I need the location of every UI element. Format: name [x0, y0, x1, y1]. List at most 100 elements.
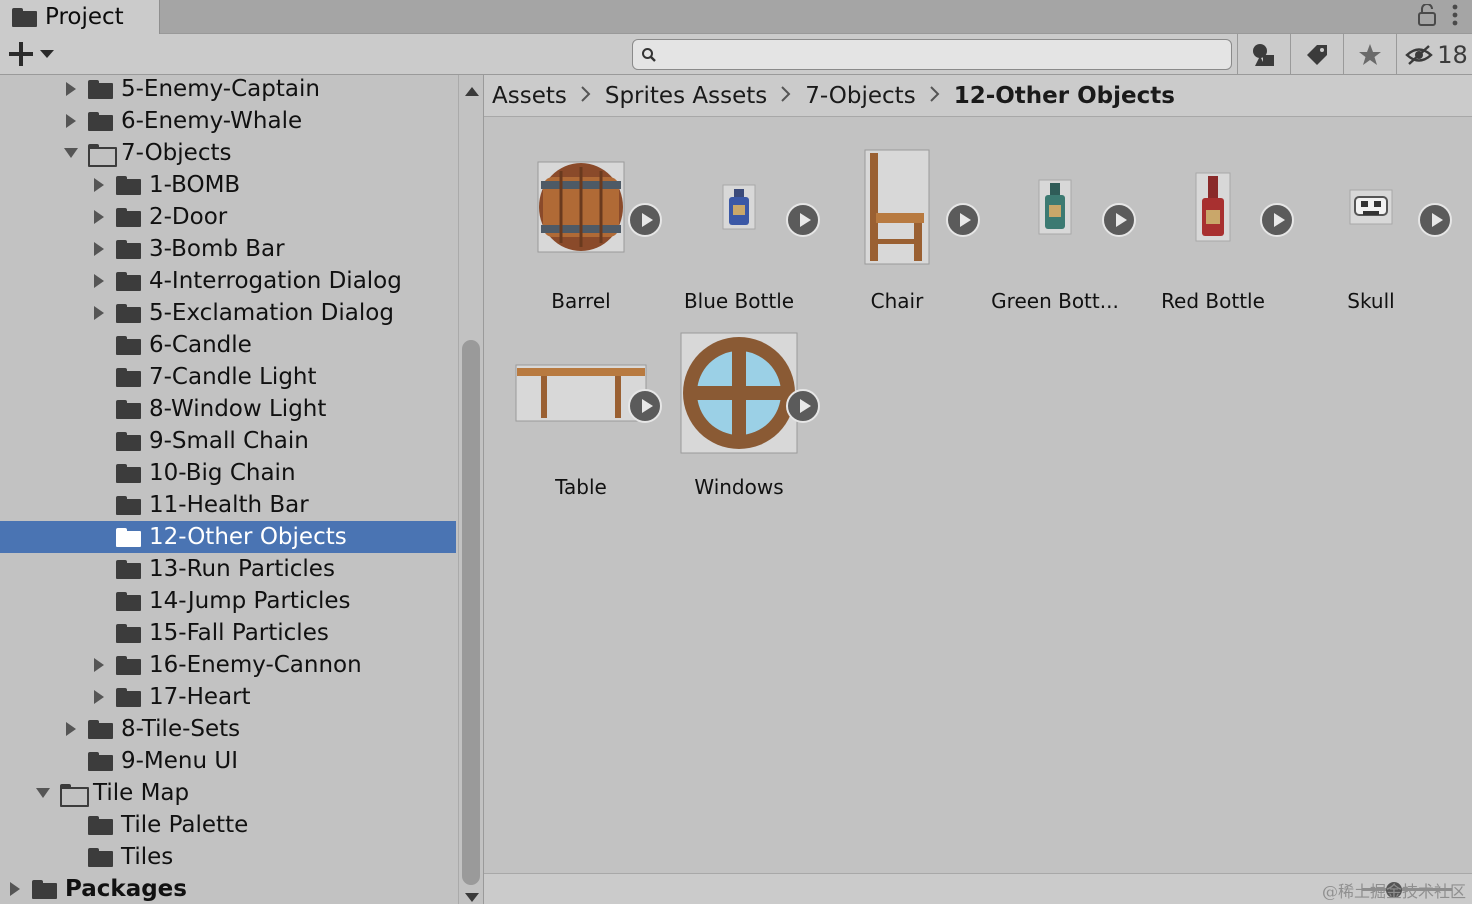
- tree-item[interactable]: 7-Candle Light: [0, 361, 456, 393]
- collapse-arrow-icon[interactable]: [34, 783, 52, 803]
- tree-item[interactable]: 10-Big Chain: [0, 457, 456, 489]
- expand-arrow-icon[interactable]: [90, 271, 108, 291]
- tree-item[interactable]: 6-Enemy-Whale: [0, 105, 456, 137]
- shapes-icon: [1253, 43, 1274, 66]
- folder-icon: [116, 495, 141, 515]
- expand-arrow-icon[interactable]: [90, 239, 108, 259]
- expand-arrow-icon[interactable]: [90, 303, 108, 323]
- folder-icon: [116, 559, 141, 579]
- tree-item[interactable]: 16-Enemy-Cannon: [0, 649, 456, 681]
- tree-item[interactable]: 13-Run Particles: [0, 553, 456, 585]
- tree-item[interactable]: 14-Jump Particles: [0, 585, 456, 617]
- breadcrumb-item[interactable]: Sprites Assets: [605, 83, 767, 109]
- play-expand-icon[interactable]: [1260, 203, 1294, 237]
- tree-item[interactable]: 17-Heart: [0, 681, 456, 713]
- more-options-icon[interactable]: [1452, 4, 1458, 31]
- folder-tree[interactable]: 5-Enemy-Captain 6-Enemy-Whale 7-Objects 1-B…: [0, 75, 458, 904]
- breadcrumb-item[interactable]: Assets: [492, 83, 567, 109]
- tree-item[interactable]: 5-Exclamation Dialog: [0, 297, 456, 329]
- expand-arrow-icon[interactable]: [90, 207, 108, 227]
- asset-tile[interactable]: Green Bott...: [980, 137, 1136, 313]
- expand-arrow-icon[interactable]: [62, 79, 80, 99]
- tab-project[interactable]: Project: [0, 0, 160, 34]
- expand-arrow-icon[interactable]: [90, 655, 108, 675]
- tree-scrollbar[interactable]: [458, 75, 484, 904]
- play-expand-icon[interactable]: [786, 203, 820, 237]
- lock-icon[interactable]: [1418, 2, 1436, 31]
- tree-item[interactable]: Tile Map: [0, 777, 456, 809]
- play-expand-icon[interactable]: [628, 389, 662, 423]
- breadcrumb-item[interactable]: 7-Objects: [805, 83, 915, 109]
- folder-icon: [116, 335, 141, 355]
- asset-name: Table: [555, 475, 607, 499]
- tree-item[interactable]: Tiles: [0, 841, 456, 873]
- asset-name: Skull: [1347, 289, 1395, 313]
- folder-icon: [116, 687, 141, 707]
- folder-icon: [116, 623, 141, 643]
- chevron-right-icon: [581, 83, 591, 108]
- favorites-button[interactable]: [1343, 34, 1396, 75]
- create-button[interactable]: [8, 40, 62, 68]
- asset-tile[interactable]: Red Bottle: [1138, 137, 1294, 313]
- folder-icon: [88, 111, 113, 131]
- play-expand-icon[interactable]: [1102, 203, 1136, 237]
- asset-tile[interactable]: Windows: [664, 323, 820, 499]
- search-by-type-button[interactable]: [1237, 34, 1290, 75]
- tree-item[interactable]: 6-Candle: [0, 329, 456, 361]
- tree-item[interactable]: 1-BOMB: [0, 169, 456, 201]
- breadcrumb-item[interactable]: 12-Other Objects: [954, 83, 1175, 109]
- scroll-down-arrow-icon[interactable]: [465, 893, 479, 902]
- tree-item[interactable]: 8-Window Light: [0, 393, 456, 425]
- tree-item-label: 11-Health Bar: [149, 492, 309, 518]
- folder-icon: [116, 207, 141, 227]
- tree-item[interactable]: Tile Palette: [0, 809, 456, 841]
- expand-arrow-icon[interactable]: [62, 719, 80, 739]
- tree-item-label: 5-Exclamation Dialog: [149, 300, 394, 326]
- hidden-packages-toggle[interactable]: 18: [1396, 34, 1472, 75]
- tree-item[interactable]: 15-Fall Particles: [0, 617, 456, 649]
- tree-item[interactable]: 11-Health Bar: [0, 489, 456, 521]
- tree-item[interactable]: 7-Objects: [0, 137, 456, 169]
- asset-tile[interactable]: Blue Bottle: [664, 137, 820, 313]
- play-expand-icon[interactable]: [946, 203, 980, 237]
- expand-arrow-icon[interactable]: [62, 111, 80, 131]
- collapse-arrow-icon[interactable]: [62, 143, 80, 163]
- tree-item-label: 8-Window Light: [149, 396, 327, 422]
- tree-item[interactable]: 2-Door: [0, 201, 456, 233]
- tree-item[interactable]: 3-Bomb Bar: [0, 233, 456, 265]
- asset-tile[interactable]: Chair: [822, 137, 980, 313]
- search-by-label-button[interactable]: [1290, 34, 1343, 75]
- folder-icon: [116, 271, 141, 291]
- tree-item-label: 7-Candle Light: [149, 364, 317, 390]
- tree-item-label: 16-Enemy-Cannon: [149, 652, 362, 678]
- star-icon: [1359, 43, 1381, 65]
- search-input[interactable]: [663, 41, 1231, 68]
- folder-icon: [116, 591, 141, 611]
- expand-arrow-icon[interactable]: [6, 879, 24, 899]
- play-expand-icon[interactable]: [1418, 203, 1452, 237]
- tree-item[interactable]: 8-Tile-Sets: [0, 713, 456, 745]
- asset-tile[interactable]: Skull: [1296, 137, 1452, 313]
- expand-arrow-icon[interactable]: [90, 687, 108, 707]
- search-field[interactable]: [632, 39, 1232, 70]
- tree-item[interactable]: Packages: [0, 873, 456, 904]
- scroll-up-arrow-icon[interactable]: [465, 87, 479, 96]
- tree-item[interactable]: 9-Small Chain: [0, 425, 456, 457]
- folder-icon: [88, 751, 113, 771]
- folder-icon: [116, 431, 141, 451]
- tree-item[interactable]: 12-Other Objects: [0, 521, 456, 553]
- play-expand-icon[interactable]: [628, 203, 662, 237]
- tree-item[interactable]: 4-Interrogation Dialog: [0, 265, 456, 297]
- tree-item-label: 12-Other Objects: [149, 524, 347, 550]
- tree-item[interactable]: 9-Menu UI: [0, 745, 456, 777]
- asset-tile[interactable]: Table: [506, 323, 662, 499]
- scroll-thumb[interactable]: [462, 340, 480, 885]
- tree-item[interactable]: 5-Enemy-Captain: [0, 75, 456, 105]
- asset-tile[interactable]: Barrel: [506, 137, 662, 313]
- play-expand-icon[interactable]: [786, 389, 820, 423]
- expand-arrow-icon[interactable]: [90, 175, 108, 195]
